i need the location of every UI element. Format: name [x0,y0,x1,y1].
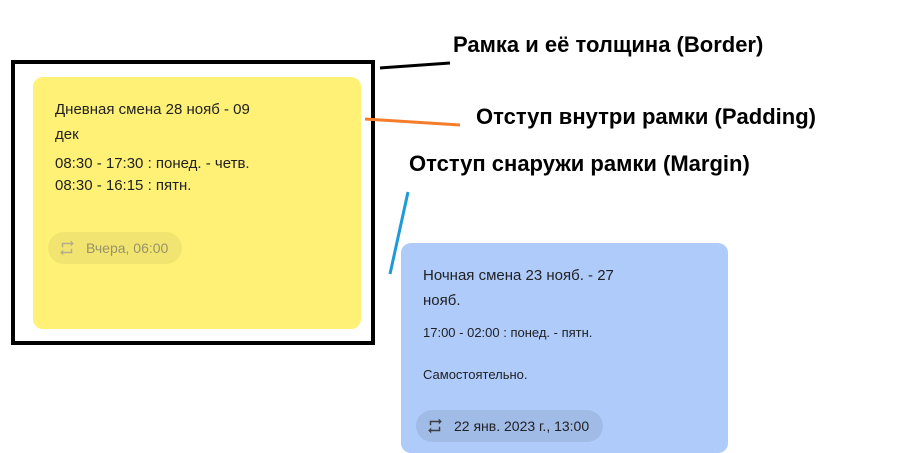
annotation-lines [364,61,461,275]
padding-pointer-line [364,117,461,127]
margin-label: Отступ снаружи рамки (Margin) [409,151,750,176]
padding-label: Отступ внутри рамки (Padding) [476,104,816,129]
border-label: Рамка и её толщина (Border) [453,32,764,57]
margin-pointer-line [388,191,410,275]
border-pointer-line [379,61,451,70]
